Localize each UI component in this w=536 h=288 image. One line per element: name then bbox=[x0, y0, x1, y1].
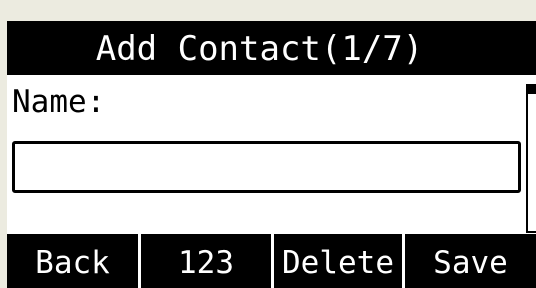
page-title: Add Contact(1/7) bbox=[95, 29, 424, 69]
name-label: Name: bbox=[12, 84, 106, 120]
back-button-label: Back bbox=[35, 244, 110, 281]
input-mode-button-label: 123 bbox=[178, 244, 234, 281]
save-button[interactable]: Save bbox=[405, 234, 536, 288]
title-bar: Add Contact(1/7) bbox=[7, 21, 536, 75]
softkey-bar: Back 123 Delete Save bbox=[7, 234, 536, 288]
scrollbar-thumb[interactable] bbox=[528, 86, 536, 94]
scrollbar[interactable] bbox=[526, 84, 536, 233]
save-button-label: Save bbox=[433, 244, 508, 281]
lcd-display: Add Contact(1/7) Name: Back 123 Delete S… bbox=[7, 21, 536, 288]
delete-button[interactable]: Delete bbox=[274, 234, 402, 288]
phone-screen: Add Contact(1/7) Name: Back 123 Delete S… bbox=[0, 0, 536, 288]
delete-button-label: Delete bbox=[282, 244, 394, 281]
name-input[interactable] bbox=[12, 141, 521, 193]
back-button[interactable]: Back bbox=[7, 234, 138, 288]
input-mode-button[interactable]: 123 bbox=[141, 234, 271, 288]
